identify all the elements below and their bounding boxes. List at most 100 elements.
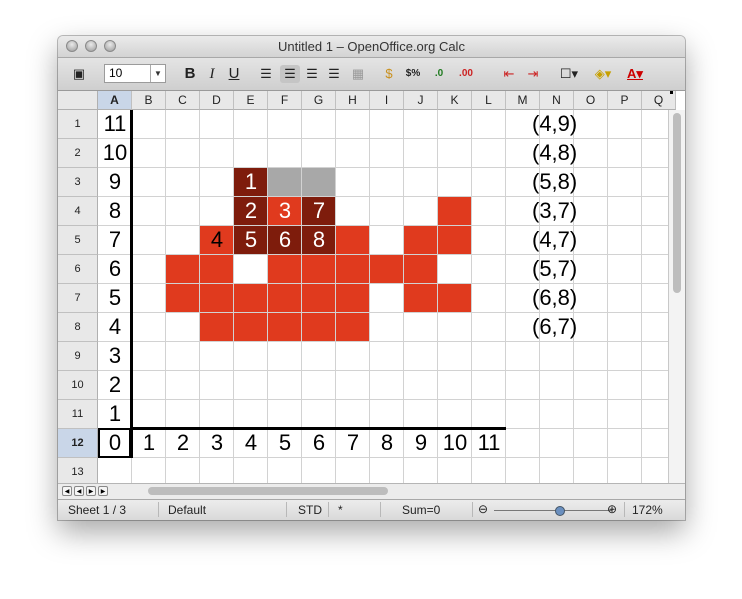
filled-cell[interactable]	[234, 313, 267, 341]
column-header-e[interactable]: E	[234, 91, 268, 110]
row-header-3[interactable]: 3	[58, 168, 98, 197]
column-header-i[interactable]: I	[370, 91, 404, 110]
filled-cell[interactable]	[404, 284, 437, 312]
column-header-a[interactable]: A	[98, 91, 132, 110]
x-axis-label: 9	[414, 430, 428, 455]
row-header-12[interactable]: 12	[58, 429, 98, 458]
zoom-level[interactable]: 172%	[632, 503, 663, 517]
chevron-down-icon[interactable]: ▼	[150, 65, 165, 82]
zoom-slider[interactable]	[494, 510, 612, 511]
filled-cell[interactable]	[336, 255, 369, 283]
row-header-4[interactable]: 4	[58, 197, 98, 226]
filled-cell[interactable]	[336, 284, 369, 312]
row-header-2[interactable]: 2	[58, 139, 98, 168]
filled-cell[interactable]	[268, 284, 301, 312]
row-header-5[interactable]: 5	[58, 226, 98, 255]
grid-line-horizontal	[98, 457, 685, 458]
filled-cell[interactable]	[404, 226, 437, 254]
grid-line-horizontal	[98, 225, 685, 226]
column-header-p[interactable]: P	[608, 91, 642, 110]
column-header-n[interactable]: N	[540, 91, 574, 110]
row-header-6[interactable]: 6	[58, 255, 98, 284]
borders-icon[interactable]: ☐▾	[556, 65, 582, 83]
decrease-indent-icon[interactable]: ⇤	[500, 65, 518, 83]
currency-icon[interactable]: $	[380, 65, 398, 83]
filled-cell[interactable]	[302, 255, 335, 283]
filled-cell[interactable]	[438, 226, 471, 254]
x-axis-label: 8	[380, 430, 394, 455]
row-header-13[interactable]: 13	[58, 458, 98, 483]
row-header-1[interactable]: 1	[58, 110, 98, 139]
font-size-field[interactable]: 10 ▼	[104, 64, 166, 83]
y-axis-label: 10	[102, 140, 128, 165]
column-header-b[interactable]: B	[132, 91, 166, 110]
row-header-7[interactable]: 7	[58, 284, 98, 313]
remove-decimal-button[interactable]: .00	[454, 65, 478, 83]
align-right-icon[interactable]: ☰	[304, 65, 320, 83]
next-sheet-icon[interactable]: ▶	[86, 486, 96, 496]
column-header-k[interactable]: K	[438, 91, 472, 110]
filled-cell[interactable]	[234, 284, 267, 312]
column-header-h[interactable]: H	[336, 91, 370, 110]
italic-button[interactable]: I	[204, 65, 220, 83]
row-header-8[interactable]: 8	[58, 313, 98, 342]
filled-cell[interactable]	[404, 255, 437, 283]
column-header-c[interactable]: C	[166, 91, 200, 110]
filled-cell[interactable]	[302, 313, 335, 341]
column-header-j[interactable]: J	[404, 91, 438, 110]
font-color-icon[interactable]: A▾	[622, 65, 648, 83]
zoom-out-icon[interactable]: ⊖	[478, 502, 488, 516]
row-header-10[interactable]: 10	[58, 371, 98, 400]
sheet-indicator: Sheet 1 / 3	[68, 503, 127, 517]
filled-cell[interactable]	[166, 284, 199, 312]
filled-cell[interactable]	[438, 197, 471, 225]
align-center-icon[interactable]: ☰	[280, 65, 300, 83]
vertical-scrollbar[interactable]	[668, 110, 685, 483]
spreadsheet-grid[interactable]: A B C D E F G H I J K L M N O P Q 1 2 3 4 5 6 7 8 9 10 11 12 13 1 2 3 7 4 5…	[58, 91, 685, 483]
filled-cell[interactable]	[200, 284, 233, 312]
column-header-d[interactable]: D	[200, 91, 234, 110]
filled-cell[interactable]	[268, 313, 301, 341]
underline-button[interactable]: U	[226, 65, 242, 83]
selection-mode[interactable]: STD	[298, 503, 322, 517]
x-axis-label: 1	[142, 430, 156, 455]
percent-button[interactable]: $%	[402, 65, 424, 83]
filled-cell[interactable]	[336, 313, 369, 341]
last-sheet-icon[interactable]: ▶	[98, 486, 108, 496]
filled-cell[interactable]	[438, 284, 471, 312]
status-bar: Sheet 1 / 3 Default STD * Sum=0 ⊖ ⊕ 172%	[58, 499, 685, 520]
column-header-l[interactable]: L	[472, 91, 506, 110]
gray-cell[interactable]	[268, 168, 301, 196]
filled-cell[interactable]	[370, 255, 403, 283]
vertical-scroll-thumb[interactable]	[673, 113, 681, 293]
filled-cell[interactable]	[302, 284, 335, 312]
add-decimal-button[interactable]: .0	[428, 65, 450, 83]
styles-icon[interactable]: ▣	[70, 65, 88, 83]
prev-sheet-icon[interactable]: ◀	[74, 486, 84, 496]
column-header-f[interactable]: F	[268, 91, 302, 110]
gray-cell[interactable]	[302, 168, 335, 196]
filled-cell[interactable]	[200, 255, 233, 283]
column-header-g[interactable]: G	[302, 91, 336, 110]
filled-cell[interactable]	[200, 313, 233, 341]
horizontal-scroll-thumb[interactable]	[148, 487, 388, 495]
select-all-corner[interactable]	[58, 91, 98, 110]
filled-cell[interactable]	[336, 226, 369, 254]
first-sheet-icon[interactable]: ◀	[62, 486, 72, 496]
align-left-icon[interactable]: ☰	[258, 65, 274, 83]
zoom-in-icon[interactable]: ⊕	[607, 502, 617, 516]
zoom-slider-handle[interactable]	[555, 506, 565, 516]
page-style[interactable]: Default	[168, 503, 206, 517]
merge-cells-icon[interactable]: ▦	[350, 65, 366, 83]
column-header-m[interactable]: M	[506, 91, 540, 110]
justify-icon[interactable]: ☰	[326, 65, 342, 83]
row-header-9[interactable]: 9	[58, 342, 98, 371]
row-header-11[interactable]: 11	[58, 400, 98, 429]
bold-button[interactable]: B	[182, 65, 198, 83]
filled-cell[interactable]	[268, 255, 301, 283]
x-axis-label: 5	[278, 430, 292, 455]
column-header-o[interactable]: O	[574, 91, 608, 110]
filled-cell[interactable]	[166, 255, 199, 283]
increase-indent-icon[interactable]: ⇥	[524, 65, 542, 83]
background-color-icon[interactable]: ◈▾	[590, 65, 616, 83]
